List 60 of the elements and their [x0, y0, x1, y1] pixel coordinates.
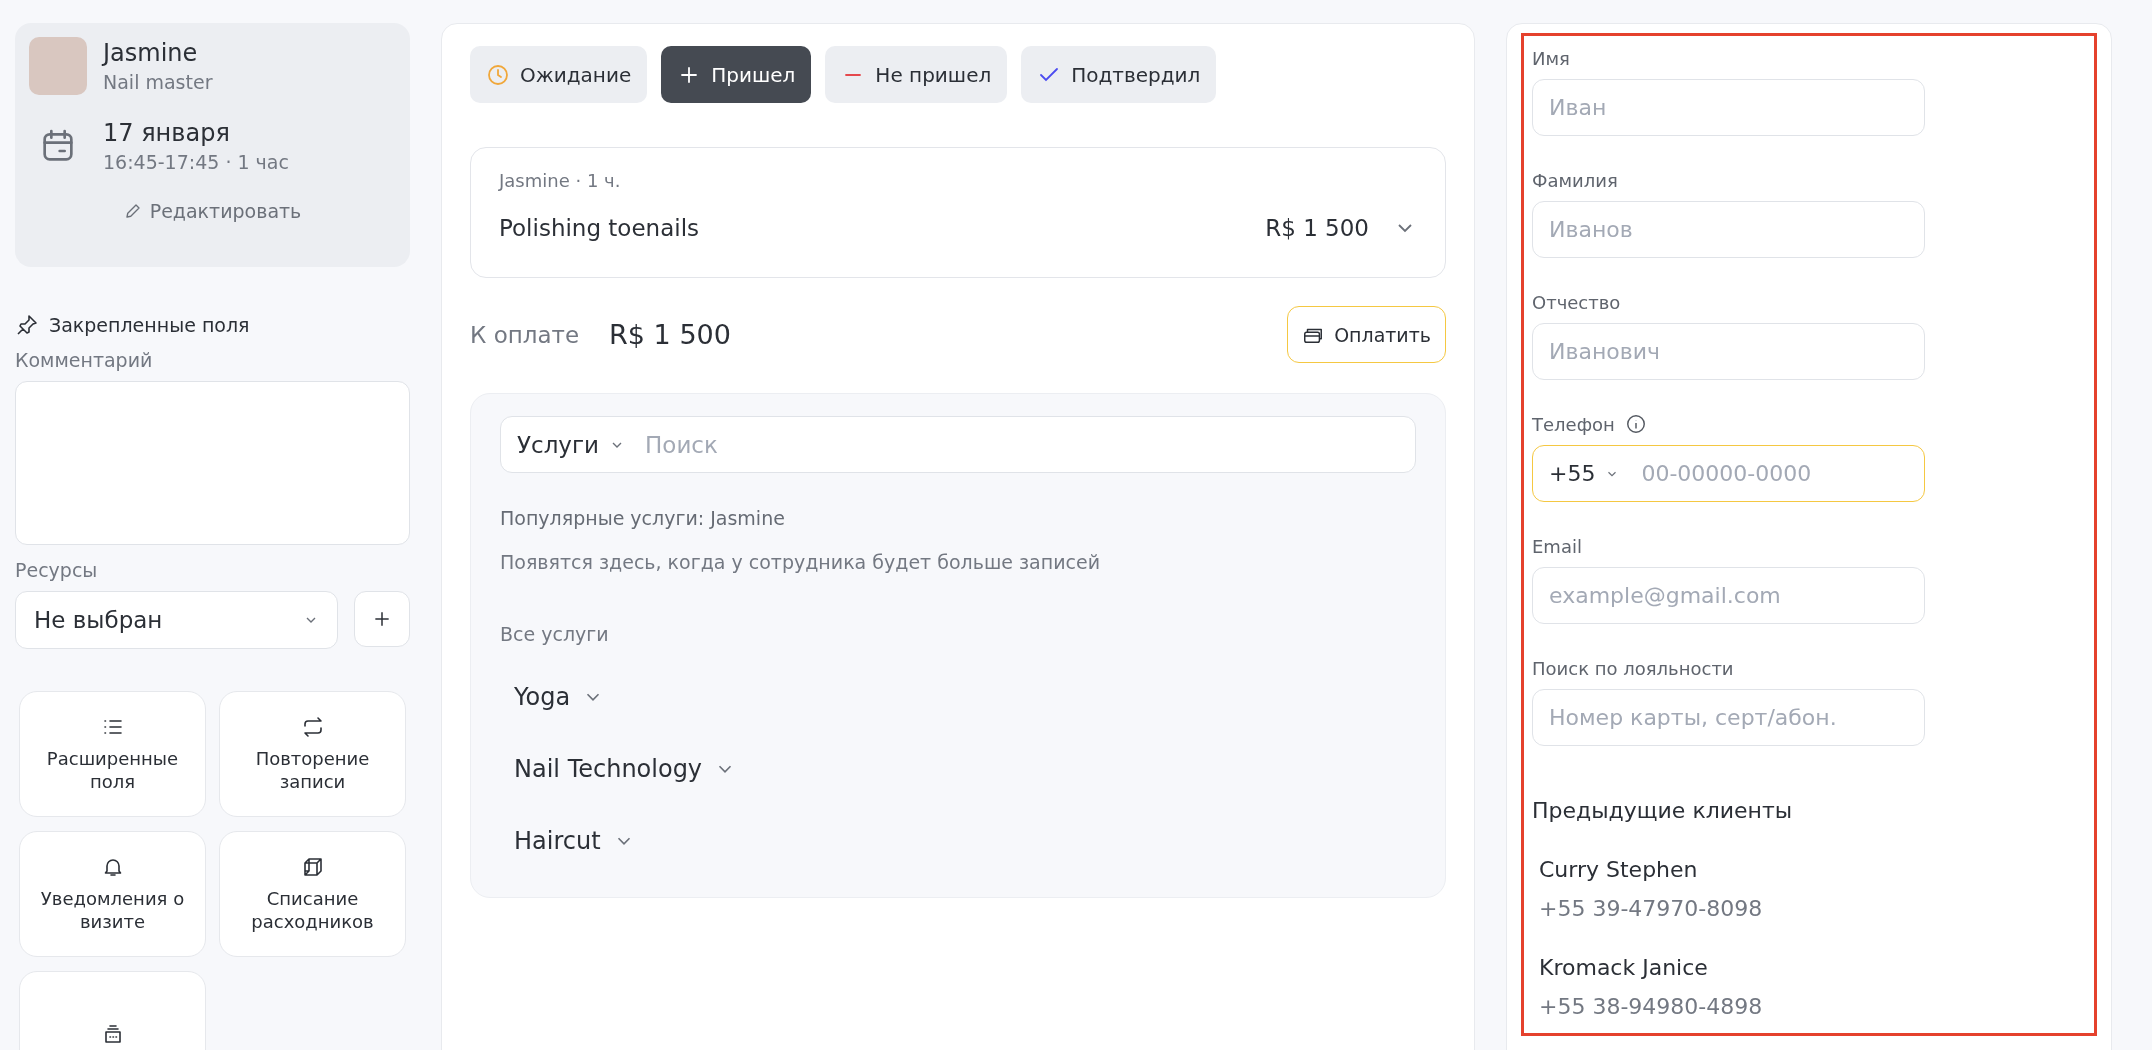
payment-label: К оплате [470, 321, 580, 348]
field-label: Имя [1532, 47, 1570, 69]
pay-button[interactable]: Оплатить [1287, 306, 1446, 363]
comment-field[interactable] [15, 381, 410, 545]
master-name: Jasmine [103, 39, 199, 67]
field-label: Поиск по лояльности [1532, 657, 1734, 679]
service-group[interactable]: Yoga [500, 683, 619, 711]
field-label: Телефон [1532, 413, 1615, 435]
minus-icon [844, 72, 863, 77]
pinned-fields-title: Закрепленные поля [49, 314, 250, 336]
edit-button[interactable]: Редактировать [117, 199, 308, 223]
resources-label: Ресурсы [15, 559, 99, 581]
master-role: Nail master [103, 71, 213, 93]
input-field[interactable]: Номер карты, серт/абон. [1532, 689, 1925, 746]
clock-icon [486, 62, 510, 87]
search-bar[interactable]: Услуги Поиск [500, 416, 1416, 473]
input-field[interactable]: Иванов [1532, 201, 1925, 258]
country-code-dropdown[interactable]: +55 [1549, 461, 1620, 486]
action-tile[interactable]: Уведомления о визите [19, 831, 206, 957]
appointment-date: 17 января [103, 119, 231, 147]
service-card[interactable]: Jasmine · 1 ч. Polishing toenails R$ 1 500 [470, 147, 1446, 278]
payment-amount: R$ 1 500 [609, 319, 732, 350]
previous-clients-title: Предыдущие клиенты [1532, 798, 1794, 823]
plus-icon [372, 609, 392, 629]
client-phone: +55 39-47970-8098 [1539, 896, 1764, 921]
comment-label: Комментарий [15, 349, 154, 371]
phone-field[interactable]: +55 00-00000-0000 [1532, 445, 1925, 502]
service-group[interactable]: Haircut [500, 827, 649, 855]
resources-dropdown[interactable]: Не выбран [15, 591, 338, 649]
action-tile[interactable]: Повторение записи [219, 691, 406, 817]
field-label: Email [1532, 535, 1582, 557]
action-tile[interactable]: Расширенные поля [19, 691, 206, 817]
service-price: R$ 1 500 [1265, 215, 1369, 241]
status-button[interactable]: Подтвердил [1021, 46, 1217, 103]
input-field[interactable]: Иванович [1532, 323, 1925, 380]
field-label: Фамилия [1532, 169, 1618, 191]
appointment-time: 16:45-17:45 · 1 час [103, 151, 289, 173]
client-name[interactable]: Kromack Janice [1539, 955, 2086, 980]
service-meta: Jasmine · 1 ч. [499, 170, 622, 191]
search-field[interactable]: Поиск [643, 430, 1399, 459]
pin-icon [15, 313, 39, 337]
pencil-icon [123, 202, 142, 220]
service-group[interactable]: Nail Technology [500, 755, 751, 783]
info-icon[interactable] [1624, 413, 1647, 435]
field-label: Отчество [1532, 291, 1621, 313]
service-name: Polishing toenails [499, 215, 700, 241]
input-field[interactable]: example@gmail.com [1532, 567, 1925, 624]
client-phone: +55 38-94980-4898 [1539, 994, 1764, 1019]
all-services-title: Все услуги [500, 623, 609, 645]
client-name[interactable]: Curry Stephen [1539, 857, 2086, 882]
input-field[interactable]: Иван [1532, 79, 1925, 136]
category-dropdown[interactable]: Услуги [517, 431, 625, 458]
status-button[interactable]: Пришел [661, 46, 812, 103]
action-tile[interactable]: Списание расходников [219, 831, 406, 957]
status-button[interactable]: Ожидание [470, 46, 648, 103]
photo-placeholder [29, 37, 87, 95]
status-button[interactable]: Не пришел [825, 46, 1008, 103]
popular-services-hint: Появятся здесь, когда у сотрудника будет больше записей [500, 551, 1100, 573]
popular-services-title: Популярные услуги: Jasmine [500, 507, 785, 529]
add-button[interactable] [354, 591, 410, 647]
